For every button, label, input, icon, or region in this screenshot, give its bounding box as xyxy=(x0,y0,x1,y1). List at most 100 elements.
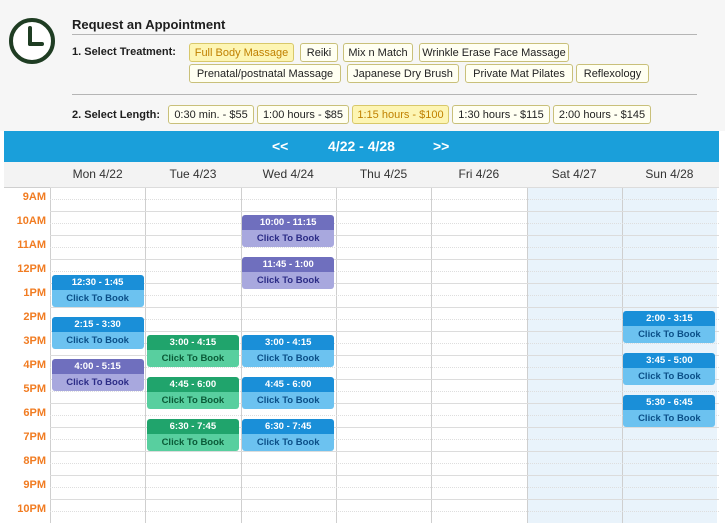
hour-line xyxy=(50,451,719,452)
day-header: Wed 4/24 xyxy=(262,167,314,181)
day-header: Thu 4/25 xyxy=(359,167,408,181)
length-option[interactable]: 1:15 hours - $100 xyxy=(352,105,449,124)
book-button[interactable]: Click To Book xyxy=(623,326,716,343)
hour-line xyxy=(50,235,719,236)
slot-time: 12:30 - 1:45 xyxy=(51,275,144,290)
slot-time: 6:30 - 7:45 xyxy=(146,419,239,434)
hour-line xyxy=(50,187,719,188)
hour-label: 7PM xyxy=(23,431,46,443)
length-option[interactable]: 0:30 min. - $55 xyxy=(168,105,254,124)
book-button[interactable]: Click To Book xyxy=(242,392,335,409)
day-header-row: Mon 4/22 Tue 4/23 Wed 4/24 Thu 4/25 Fri 4/26… xyxy=(4,162,719,188)
prev-week-button[interactable]: << xyxy=(272,131,288,162)
length-option[interactable]: 2:00 hours - $145 xyxy=(553,105,651,124)
half-hour-line xyxy=(50,247,719,248)
book-button[interactable]: Click To Book xyxy=(146,434,239,451)
appointment-slot[interactable]: 11:45 - 1:00 Click To Book xyxy=(242,257,335,289)
hour-label: 9PM xyxy=(23,479,46,491)
half-hour-line xyxy=(50,319,719,320)
day-header: Sun 4/28 xyxy=(645,167,694,181)
appointment-slot[interactable]: 4:45 - 6:00 Click To Book xyxy=(146,377,239,409)
book-button[interactable]: Click To Book xyxy=(623,368,716,385)
appointment-slot[interactable]: 6:30 - 7:45 Click To Book xyxy=(146,419,239,451)
book-button[interactable]: Click To Book xyxy=(242,350,335,367)
hour-label: 9AM xyxy=(22,191,46,203)
hour-line xyxy=(50,283,719,284)
appointment-slot[interactable]: 6:30 - 7:45 Click To Book xyxy=(242,419,335,451)
book-button[interactable]: Click To Book xyxy=(146,350,239,367)
book-button[interactable]: Click To Book xyxy=(242,272,335,289)
hour-line xyxy=(50,475,719,476)
book-button[interactable]: Click To Book xyxy=(51,290,144,307)
hour-label: 8PM xyxy=(23,455,46,467)
appointment-slot[interactable]: 4:00 - 5:15 Click To Book xyxy=(51,359,144,391)
treatment-option[interactable]: Reflexology xyxy=(576,64,649,83)
slot-time: 10:00 - 11:15 xyxy=(242,215,335,230)
week-navigation: 4/22 - 4/28 << >> xyxy=(4,131,719,162)
divider xyxy=(72,34,697,35)
slot-time: 3:45 - 5:00 xyxy=(623,353,716,368)
treatment-option[interactable]: Private Mat Pilates xyxy=(465,64,573,83)
hour-line xyxy=(50,331,719,332)
hour-line xyxy=(50,307,719,308)
hour-label: 10PM xyxy=(17,503,46,515)
slot-time: 4:45 - 6:00 xyxy=(242,377,335,392)
book-button[interactable]: Click To Book xyxy=(51,332,144,349)
hour-label: 11AM xyxy=(17,239,46,251)
slot-time: 6:30 - 7:45 xyxy=(242,419,335,434)
book-button[interactable]: Click To Book xyxy=(242,434,335,451)
hour-label: 12PM xyxy=(17,263,46,275)
hour-label: 1PM xyxy=(23,287,46,299)
treatment-option[interactable]: Japanese Dry Brush xyxy=(347,64,459,83)
appointment-slot[interactable]: 4:45 - 6:00 Click To Book xyxy=(242,377,335,409)
length-option[interactable]: 1:30 hours - $115 xyxy=(452,105,550,124)
treatment-option[interactable]: Reiki xyxy=(300,43,338,62)
half-hour-line xyxy=(50,463,719,464)
slot-time: 11:45 - 1:00 xyxy=(242,257,335,272)
half-hour-line xyxy=(50,487,719,488)
clock-icon xyxy=(9,18,55,64)
appointment-slot[interactable]: 10:00 - 11:15 Click To Book xyxy=(242,215,335,247)
hour-label: 4PM xyxy=(23,359,46,371)
hour-label: 2PM xyxy=(23,311,46,323)
hour-label: 10AM xyxy=(16,215,46,227)
treatment-option[interactable]: Mix n Match xyxy=(343,43,413,62)
hour-label: 5PM xyxy=(23,383,46,395)
slot-time: 4:45 - 6:00 xyxy=(146,377,239,392)
book-button[interactable]: Click To Book xyxy=(623,410,716,427)
day-header: Mon 4/22 xyxy=(72,167,123,181)
slot-time: 4:00 - 5:15 xyxy=(51,359,144,374)
half-hour-line xyxy=(50,199,719,200)
half-hour-line xyxy=(50,511,719,512)
appointment-header: Request an Appointment 1. Select Treatme… xyxy=(0,0,725,131)
next-week-button[interactable]: >> xyxy=(433,131,449,162)
hour-line xyxy=(50,499,719,500)
appointment-slot[interactable]: 2:15 - 3:30 Click To Book xyxy=(51,317,144,349)
slot-time: 3:00 - 4:15 xyxy=(242,335,335,350)
day-header: Fri 4/26 xyxy=(458,167,500,181)
appointment-slot[interactable]: 3:45 - 5:00 Click To Book xyxy=(623,353,716,385)
book-button[interactable]: Click To Book xyxy=(146,392,239,409)
divider xyxy=(72,94,697,95)
half-hour-line xyxy=(50,271,719,272)
half-hour-line xyxy=(50,295,719,296)
book-button[interactable]: Click To Book xyxy=(242,230,335,247)
page-title: Request an Appointment xyxy=(72,17,226,32)
slot-time: 2:15 - 3:30 xyxy=(51,317,144,332)
slot-time: 5:30 - 6:45 xyxy=(623,395,716,410)
appointment-slot[interactable]: 2:00 - 3:15 Click To Book xyxy=(623,311,716,343)
week-range: 4/22 - 4/28 xyxy=(328,138,395,154)
appointment-slot[interactable]: 12:30 - 1:45 Click To Book xyxy=(51,275,144,307)
treatment-option[interactable]: Prenatal/postnatal Massage xyxy=(189,64,341,83)
treatment-label: 1. Select Treatment: xyxy=(72,46,176,58)
treatment-option[interactable]: Full Body Massage xyxy=(189,43,294,62)
book-button[interactable]: Click To Book xyxy=(51,374,144,391)
slot-time: 3:00 - 4:15 xyxy=(146,335,239,350)
appointment-slot[interactable]: 3:00 - 4:15 Click To Book xyxy=(242,335,335,367)
slot-time: 2:00 - 3:15 xyxy=(623,311,716,326)
half-hour-line xyxy=(50,223,719,224)
treatment-option[interactable]: Wrinkle Erase Face Massage xyxy=(419,43,569,62)
appointment-slot[interactable]: 3:00 - 4:15 Click To Book xyxy=(146,335,239,367)
appointment-slot[interactable]: 5:30 - 6:45 Click To Book xyxy=(623,395,716,427)
length-option[interactable]: 1:00 hours - $85 xyxy=(257,105,349,124)
